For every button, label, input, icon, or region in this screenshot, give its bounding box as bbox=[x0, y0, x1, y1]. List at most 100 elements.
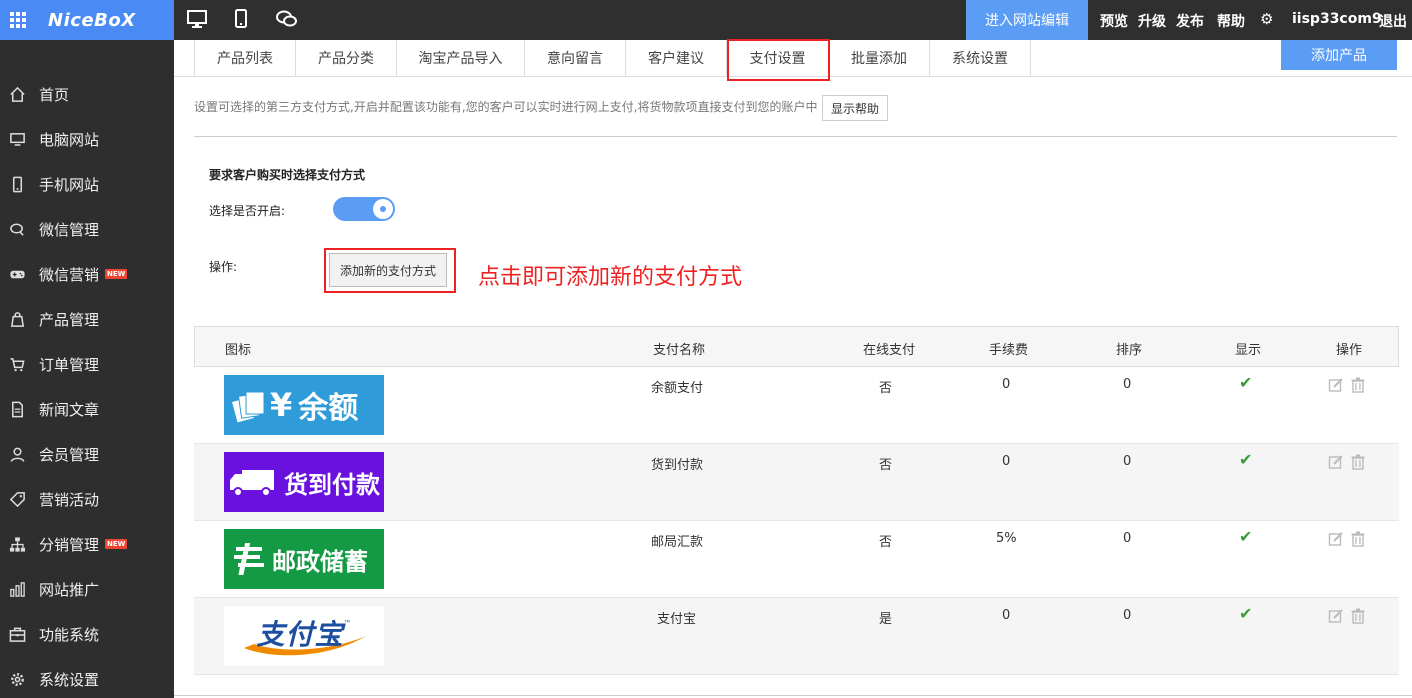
cart-icon bbox=[8, 355, 26, 373]
edit-icon[interactable] bbox=[1328, 377, 1344, 393]
header-display: 显示 bbox=[1235, 343, 1262, 358]
enter-site-editor-button[interactable]: 进入网站编辑 bbox=[966, 0, 1088, 40]
section-title: 要求客户购买时选择支付方式 bbox=[209, 168, 366, 182]
enable-toggle[interactable] bbox=[333, 197, 395, 221]
divider bbox=[194, 136, 1397, 137]
tab-batch-add[interactable]: 批量添加 bbox=[829, 40, 930, 76]
sidebar-item-label: 微信管理 bbox=[39, 220, 100, 239]
sidebar-item-wechat-marketing[interactable]: 微信营销 NEW bbox=[0, 252, 174, 296]
desktop-icon bbox=[8, 130, 26, 148]
enable-label: 选择是否开启: bbox=[209, 204, 286, 218]
home-icon bbox=[8, 85, 26, 103]
sidebar-item-orders[interactable]: 订单管理 bbox=[0, 342, 174, 386]
sidebar-item-distribution[interactable]: 分销管理 NEW bbox=[0, 522, 174, 566]
sort-order: 0 bbox=[1123, 377, 1132, 392]
top-bar: NiceBoX 进入网站编辑 预览 升级 发布 帮助 ⚙ iisp33com9 … bbox=[0, 0, 1412, 40]
header-fee: 手续费 bbox=[989, 343, 1029, 358]
sidebar-item-label: 功能系统 bbox=[39, 625, 100, 644]
user-icon bbox=[8, 445, 26, 463]
new-badge: NEW bbox=[105, 269, 128, 279]
payment-description: 设置可选择的第三方支付方式,开启并配置该功能有,您的客户可以实时进行网上支付,将… bbox=[194, 100, 818, 114]
sidebar-item-news[interactable]: 新闻文章 bbox=[0, 387, 174, 431]
row-actions bbox=[1328, 531, 1366, 547]
tab-product-list[interactable]: 产品列表 bbox=[194, 40, 296, 76]
postal-emblem-icon bbox=[234, 543, 264, 575]
sidebar-item-products[interactable]: 产品管理 bbox=[0, 297, 174, 341]
sidebar-item-campaigns[interactable]: 营销活动 bbox=[0, 477, 174, 521]
row-actions bbox=[1328, 454, 1366, 470]
truck-icon bbox=[230, 470, 274, 497]
sidebar-item-label: 订单管理 bbox=[39, 355, 100, 374]
logout-link[interactable]: 退出 bbox=[1379, 11, 1407, 31]
upgrade-link[interactable]: 升级 bbox=[1138, 11, 1166, 31]
cod-logo: 货到付款 bbox=[224, 452, 384, 512]
tab-customer-suggestions[interactable]: 客户建议 bbox=[626, 40, 727, 76]
tab-inquiries[interactable]: 意向留言 bbox=[525, 40, 626, 76]
sidebar-item-label: 微信营销 bbox=[39, 265, 100, 284]
wechat-preview-icon[interactable] bbox=[275, 8, 299, 34]
delete-icon[interactable] bbox=[1350, 531, 1366, 547]
bag-icon bbox=[8, 310, 26, 328]
sidebar-item-label: 产品管理 bbox=[39, 310, 100, 329]
header-online: 在线支付 bbox=[863, 343, 916, 358]
table-header: 图标 支付名称 在线支付 手续费 排序 显示 操作 bbox=[194, 326, 1399, 367]
header-order: 排序 bbox=[1116, 343, 1143, 358]
sidebar-item-mobile-site[interactable]: 手机网站 bbox=[0, 162, 174, 206]
tab-taobao-import[interactable]: 淘宝产品导入 bbox=[397, 40, 525, 76]
username-link[interactable]: iisp33com9 bbox=[1292, 11, 1382, 27]
edit-icon[interactable] bbox=[1328, 454, 1344, 470]
alipay-logo: 支付宝 ™ bbox=[224, 606, 384, 666]
edit-icon[interactable] bbox=[1328, 531, 1344, 547]
fee: 0 bbox=[1002, 377, 1011, 392]
sidebar-item-wechat-manage[interactable]: 微信管理 bbox=[0, 207, 174, 251]
sidebar-item-label: 系统设置 bbox=[39, 670, 100, 689]
payment-name: 余额支付 bbox=[651, 381, 704, 396]
sort-order: 0 bbox=[1123, 454, 1132, 469]
show-help-button[interactable]: 显示帮助 bbox=[822, 95, 888, 121]
check-icon[interactable]: ✔ bbox=[1239, 373, 1252, 392]
help-link[interactable]: 帮助 bbox=[1217, 11, 1245, 31]
apps-grid-icon[interactable] bbox=[10, 12, 26, 28]
delete-icon[interactable] bbox=[1350, 608, 1366, 624]
row-actions bbox=[1328, 377, 1366, 393]
tab-product-category[interactable]: 产品分类 bbox=[296, 40, 397, 76]
delete-icon[interactable] bbox=[1350, 454, 1366, 470]
toggle-knob bbox=[373, 199, 393, 219]
delete-icon[interactable] bbox=[1350, 377, 1366, 393]
chat-icon bbox=[8, 220, 26, 238]
mobile-preview-icon[interactable] bbox=[233, 8, 249, 34]
logo-text: 货到付款 bbox=[284, 470, 380, 499]
add-product-button[interactable]: 添加产品 bbox=[1281, 40, 1397, 70]
payment-name: 支付宝 bbox=[657, 612, 697, 627]
sidebar-item-home[interactable]: 首页 bbox=[0, 72, 174, 116]
new-badge: NEW bbox=[105, 539, 128, 549]
payment-name: 邮局汇款 bbox=[651, 535, 704, 550]
add-payment-method-button[interactable]: 添加新的支付方式 bbox=[329, 253, 447, 287]
check-icon[interactable]: ✔ bbox=[1239, 527, 1252, 546]
publish-link[interactable]: 发布 bbox=[1176, 11, 1204, 31]
sidebar-item-label: 手机网站 bbox=[39, 175, 100, 194]
document-icon bbox=[8, 400, 26, 418]
logo-area: NiceBoX bbox=[0, 0, 174, 40]
sidebar-item-members[interactable]: 会员管理 bbox=[0, 432, 174, 476]
sidebar-item-label: 电脑网站 bbox=[39, 130, 100, 149]
sidebar-item-label: 首页 bbox=[39, 85, 70, 104]
tab-system-settings[interactable]: 系统设置 bbox=[930, 40, 1031, 76]
sidebar-item-promotion[interactable]: 网站推广 bbox=[0, 567, 174, 611]
online-payment: 否 bbox=[879, 535, 893, 550]
sidebar-item-settings[interactable]: 系统设置 bbox=[0, 657, 174, 698]
sidebar-item-desktop-site[interactable]: 电脑网站 bbox=[0, 117, 174, 161]
table-row: 支付宝 ™ 支付宝 是 0 0 ✔ bbox=[194, 598, 1399, 675]
header-actions: 操作 bbox=[1336, 343, 1363, 358]
payment-name: 货到付款 bbox=[651, 458, 704, 473]
check-icon[interactable]: ✔ bbox=[1239, 450, 1252, 469]
desktop-preview-icon[interactable] bbox=[186, 8, 208, 34]
sidebar-item-features[interactable]: 功能系统 bbox=[0, 612, 174, 656]
check-icon[interactable]: ✔ bbox=[1239, 604, 1252, 623]
operation-label: 操作: bbox=[209, 260, 238, 274]
settings-gear-icon[interactable]: ⚙ bbox=[1260, 10, 1273, 28]
gamepad-icon bbox=[8, 265, 26, 283]
edit-icon[interactable] bbox=[1328, 608, 1344, 624]
preview-link[interactable]: 预览 bbox=[1100, 11, 1128, 31]
sitemap-icon bbox=[8, 535, 26, 553]
